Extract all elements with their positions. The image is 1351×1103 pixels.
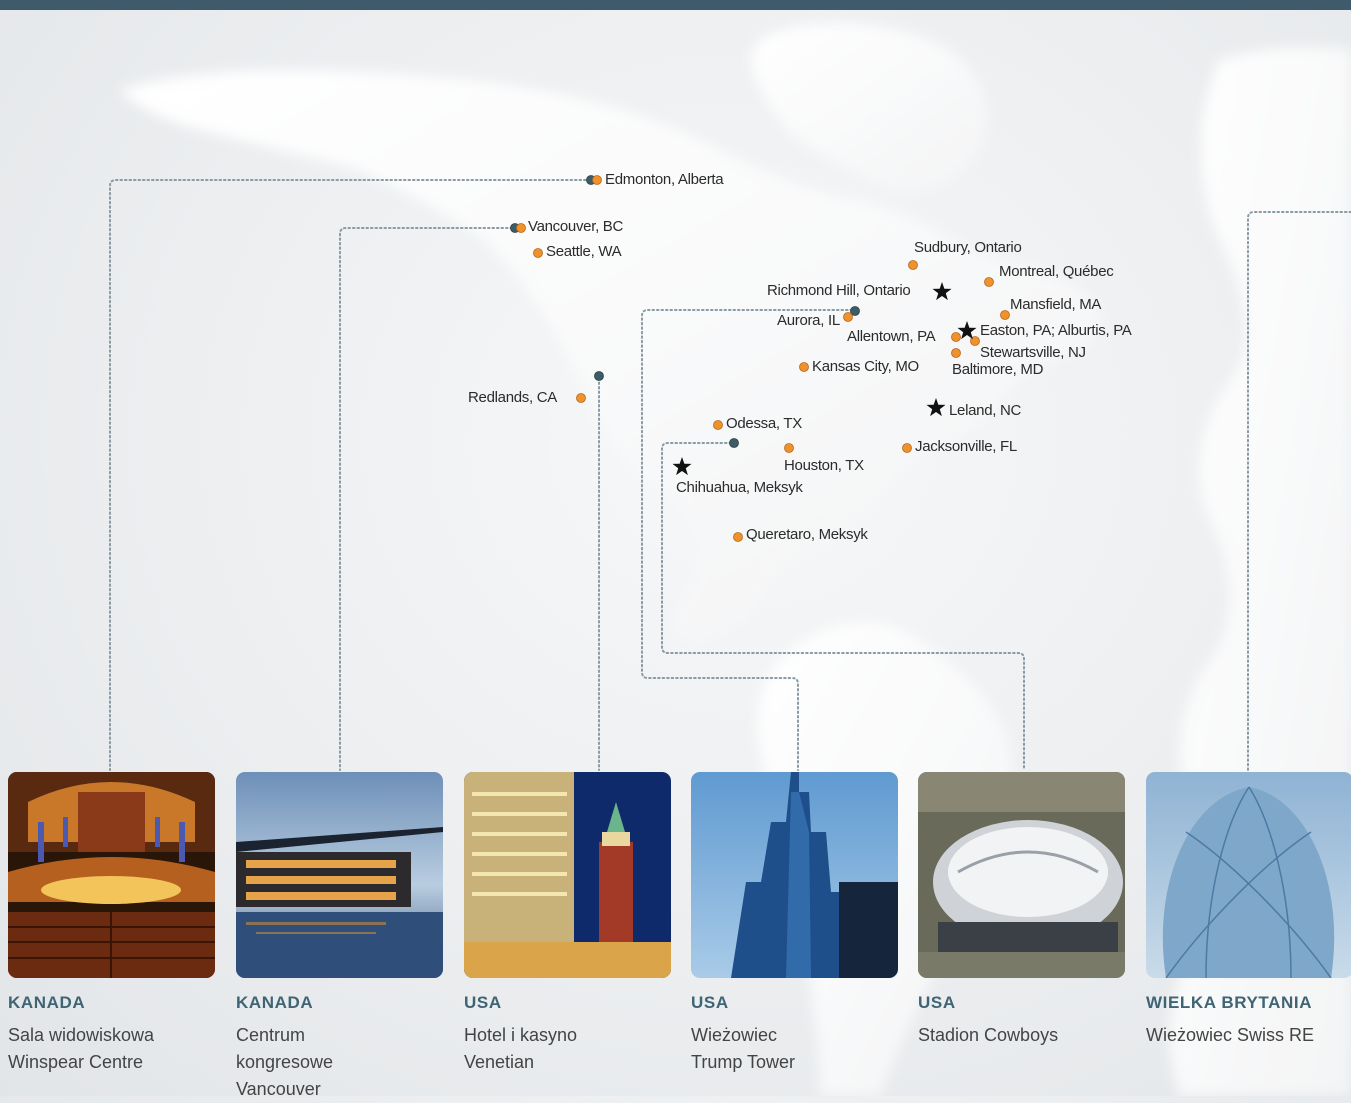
location-label-stewartsville: Stewartsville, NJ [980, 344, 1086, 361]
country-label-6: WIELKA BRYTANIA [1146, 993, 1313, 1012]
country-label-1: KANADA [8, 993, 86, 1012]
location-label-houston: Houston, TX [784, 457, 864, 474]
project-name-1: Sala widowiskowa Winspear Centre [8, 1025, 155, 1072]
facility-dot-odessa [713, 420, 723, 430]
location-label-easton: Easton, PA; Alburtis, PA [980, 322, 1132, 339]
facility-dot-baltimore [951, 348, 961, 358]
location-label-seattle: Seattle, WA [546, 243, 622, 260]
project-name-3: Hotel i kasyno Venetian [464, 1025, 578, 1072]
photo-vancouver-convention-centre [236, 772, 443, 978]
project-name-4: Wieżowiec Trump Tower [691, 1025, 796, 1072]
location-label-leland: Leland, NC [949, 402, 1022, 419]
location-label-sudbury: Sudbury, Ontario [914, 239, 1022, 256]
photo-trump-tower [691, 772, 898, 978]
location-label-aurora: Aurora, IL [777, 312, 840, 329]
facility-dot-seattle [533, 248, 543, 258]
country-label-4: USA [691, 993, 729, 1012]
photo-swiss-re-tower [1146, 772, 1351, 978]
facility-dot-redlands [576, 393, 586, 403]
facility-dot-aurora [843, 312, 853, 322]
location-label-chihuahua: Chihuahua, Meksyk [676, 479, 803, 496]
facility-dot-queretaro [733, 532, 743, 542]
facility-dot-kansas-city [799, 362, 809, 372]
location-label-vancouver: Vancouver, BC [528, 218, 624, 235]
project-dot-redlands [594, 371, 604, 381]
location-label-odessa: Odessa, TX [726, 415, 802, 432]
project-dot-houston-area [729, 438, 739, 448]
location-label-allentown: Allentown, PA [847, 328, 936, 345]
location-label-edmonton: Edmonton, Alberta [605, 171, 724, 188]
project-name-6: Wieżowiec Swiss RE [1146, 1025, 1315, 1045]
country-label-2: KANADA [236, 993, 314, 1012]
facility-dot-houston [784, 443, 794, 453]
greenland-landmass [751, 23, 988, 192]
location-label-mansfield: Mansfield, MA [1010, 296, 1102, 313]
project-name-2: Centrum kongresowe Vancouver [236, 1025, 334, 1099]
location-label-baltimore: Baltimore, MD [952, 361, 1044, 378]
location-label-redlands: Redlands, CA [468, 389, 557, 406]
facility-dot-jacksonville [902, 443, 912, 453]
facility-dot-montreal [984, 277, 994, 287]
facility-dot-mansfield [1000, 310, 1010, 320]
facility-dot-edmonton [592, 175, 602, 185]
location-label-kansas-city: Kansas City, MO [812, 358, 919, 375]
facility-dot-sudbury [908, 260, 918, 270]
location-label-montreal: Montreal, Québec [999, 263, 1114, 280]
photo-venetian-hotel [464, 772, 671, 978]
country-label-3: USA [464, 993, 502, 1012]
facility-dot-vancouver [516, 223, 526, 233]
location-label-richmond-hill: Richmond Hill, Ontario [767, 282, 911, 299]
facility-dot-allentown [951, 332, 961, 342]
photo-cowboys-stadium [918, 772, 1125, 978]
project-name-5: Stadion Cowboys [918, 1025, 1059, 1045]
connector-vancouver [339, 227, 513, 771]
photo-winspear-centre [8, 772, 215, 978]
location-label-jacksonville: Jacksonville, FL [915, 438, 1017, 455]
country-label-5: USA [918, 993, 956, 1012]
location-label-queretaro: Queretaro, Meksyk [746, 526, 868, 543]
